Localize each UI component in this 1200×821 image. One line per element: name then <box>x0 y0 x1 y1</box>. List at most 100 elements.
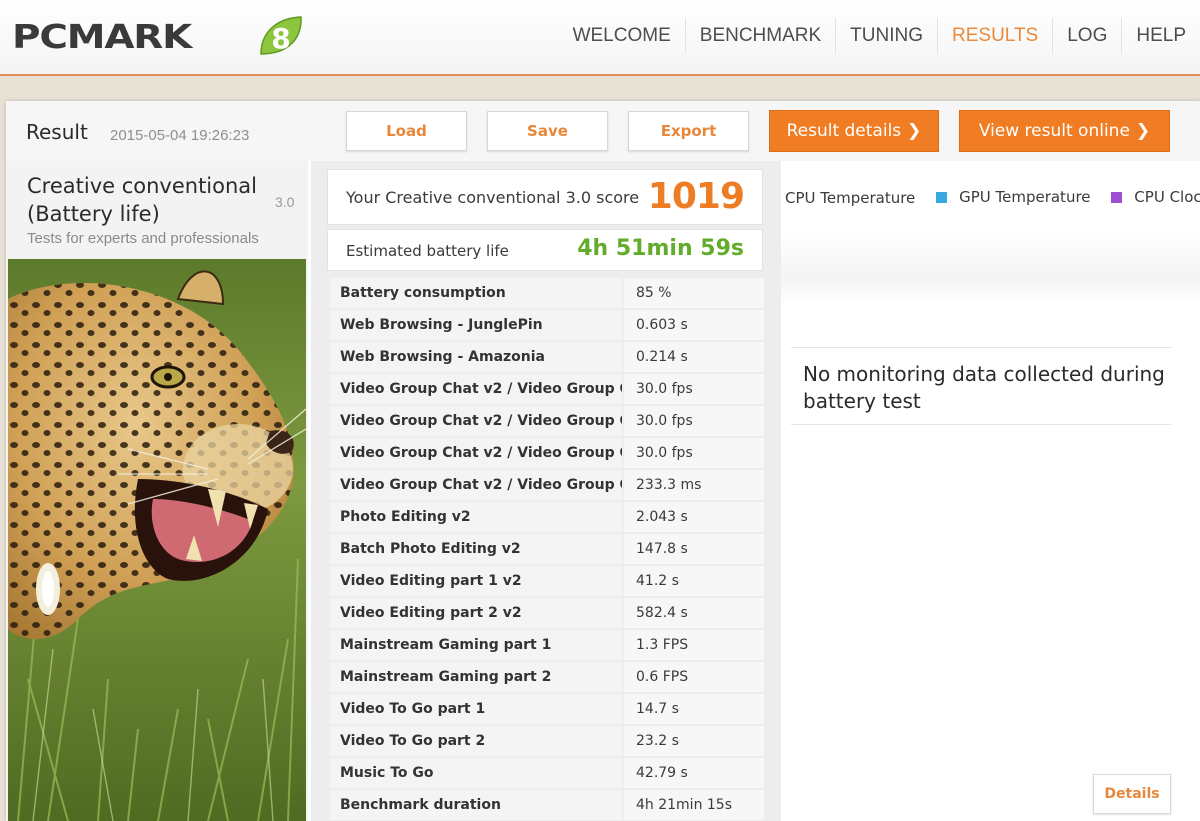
result-value: 0.603 s <box>624 310 764 340</box>
results-table: Battery consumption 85 % Web Browsing - Ju… <box>330 278 764 821</box>
score-value: 1019 <box>647 176 745 217</box>
load-button[interactable]: Load <box>346 111 467 151</box>
result-name: Mainstream Gaming part 2 <box>330 662 624 692</box>
result-value: 233.3 ms <box>624 470 764 500</box>
table-row: Benchmark duration 4h 21min 15s <box>330 790 764 821</box>
result-name: Web Browsing - Amazonia <box>330 342 624 372</box>
result-name: Mainstream Gaming part 1 <box>330 630 624 660</box>
logo-text: PCMARK <box>12 16 192 56</box>
result-name: Video Editing part 2 v2 <box>330 598 624 628</box>
test-version: 3.0 <box>275 194 295 210</box>
result-name: Music To Go <box>330 758 624 788</box>
battery-life-label: Estimated battery life <box>346 242 509 260</box>
nav-help[interactable]: HELP <box>1121 18 1200 54</box>
result-value: 41.2 s <box>624 566 764 596</box>
table-row: Video Editing part 1 v2 41.2 s <box>330 566 764 598</box>
nav-log[interactable]: LOG <box>1052 18 1121 54</box>
test-info-column: Creative conventional (Battery life) 3.0… <box>6 161 308 821</box>
page-title: Result <box>26 120 88 144</box>
table-row: Web Browsing - Amazonia 0.214 s <box>330 342 764 374</box>
battery-life-value: 4h 51min 59s <box>577 236 744 261</box>
top-bar: PCMARK 8 WELCOME BENCHMARK TUNING RESULT… <box>0 0 1200 76</box>
legend-swatch-blue <box>936 191 948 203</box>
table-row: Video To Go part 2 23.2 s <box>330 726 764 758</box>
result-timestamp: 2015-05-04 19:26:23 <box>110 127 250 144</box>
result-value: 42.79 s <box>624 758 764 788</box>
save-button[interactable]: Save <box>487 111 608 151</box>
result-value: 4h 21min 15s <box>624 790 764 820</box>
result-value: 0.214 s <box>624 342 764 372</box>
table-row: Video Group Chat v2 / Video Group Chat30… <box>330 438 764 470</box>
result-value: 1.3 FPS <box>624 630 764 660</box>
table-row: Video Group Chat v2 / Video Group Chat23… <box>330 470 764 502</box>
result-name: Video Editing part 1 v2 <box>330 566 624 596</box>
logo-leaf-icon: 8 <box>260 16 302 55</box>
result-name: Photo Editing v2 <box>330 502 624 532</box>
table-row: Mainstream Gaming part 2 0.6 FPS <box>330 662 764 694</box>
result-value: 582.4 s <box>624 598 764 628</box>
legend-item-cpu-clock[interactable]: CPU Clock Frequency <box>1111 188 1200 206</box>
leopard-image <box>8 259 306 821</box>
result-value: 147.8 s <box>624 534 764 564</box>
result-value: 30.0 fps <box>624 374 764 404</box>
monitoring-column: CPU Temperature GPU Temperature CPU Cloc… <box>781 161 1200 821</box>
result-name: Battery consumption <box>330 278 624 308</box>
table-row: Video To Go part 1 14.7 s <box>330 694 764 726</box>
chart-area <box>781 235 1200 305</box>
legend-swatch-purple <box>1111 191 1123 203</box>
view-result-online-button[interactable]: View result online ❯ <box>959 110 1170 152</box>
result-name: Web Browsing - JunglePin <box>330 310 624 340</box>
result-details-button[interactable]: Result details ❯ <box>769 110 939 152</box>
result-name: Batch Photo Editing v2 <box>330 534 624 564</box>
result-name: Video Group Chat v2 / Video Group Chat <box>330 438 624 468</box>
result-name: Video To Go part 1 <box>330 694 624 724</box>
nav-benchmark[interactable]: BENCHMARK <box>684 18 835 54</box>
no-monitoring-message: No monitoring data collected during batt… <box>791 347 1171 425</box>
export-button[interactable]: Export <box>628 111 749 151</box>
table-row: Batch Photo Editing v2 147.8 s <box>330 534 764 566</box>
score-label: Your Creative conventional 3.0 score <box>346 188 640 207</box>
legend-label: GPU Temperature <box>959 188 1091 206</box>
legend-item-cpu-temperature[interactable]: CPU Temperature <box>785 189 915 207</box>
legend-label: CPU Clock Frequency <box>1134 188 1200 206</box>
chevron-right-icon: ❯ <box>907 121 922 141</box>
logo-badge-text: 8 <box>271 22 290 55</box>
table-row: Battery consumption 85 % <box>330 278 764 310</box>
result-name: Video Group Chat v2 / Video Group Chat <box>330 470 624 500</box>
result-name: Benchmark duration <box>330 790 624 820</box>
pcmark-logo: PCMARK 8 <box>12 14 302 58</box>
chevron-right-icon: ❯ <box>1135 121 1151 141</box>
details-button[interactable]: Details <box>1093 774 1171 814</box>
table-row: Web Browsing - JunglePin 0.603 s <box>330 310 764 342</box>
result-value: 2.043 s <box>624 502 764 532</box>
table-row: Music To Go 42.79 s <box>330 758 764 790</box>
nav-results[interactable]: RESULTS <box>937 18 1052 54</box>
result-name: Video To Go part 2 <box>330 726 624 756</box>
battery-life-card: Estimated battery life 4h 51min 59s <box>327 229 763 271</box>
result-value: 0.6 FPS <box>624 662 764 692</box>
monitoring-legend: CPU Temperature GPU Temperature CPU Cloc… <box>785 188 1200 212</box>
table-row: Mainstream Gaming part 1 1.3 FPS <box>330 630 764 662</box>
result-toolbar: Result 2015-05-04 19:26:23 Load Save Exp… <box>6 101 1200 161</box>
table-row: Video Group Chat v2 / Video Group Chat30… <box>330 374 764 406</box>
legend-label: CPU Temperature <box>785 188 916 207</box>
nav-welcome[interactable]: WELCOME <box>559 18 685 54</box>
result-name: Video Group Chat v2 / Video Group Chat <box>330 374 624 404</box>
main-nav: WELCOME BENCHMARK TUNING RESULTS LOG HEL… <box>559 18 1200 54</box>
table-row: Video Group Chat v2 / Video Group Chat30… <box>330 406 764 438</box>
score-column: Your Creative conventional 3.0 score 101… <box>311 161 781 821</box>
test-title: Creative conventional (Battery life) <box>27 174 258 226</box>
result-panel: Result 2015-05-04 19:26:23 Load Save Exp… <box>6 101 1200 821</box>
result-value: 85 % <box>624 278 764 308</box>
test-subtitle: Tests for experts and professionals <box>27 230 259 247</box>
result-value: 14.7 s <box>624 694 764 724</box>
view-online-label: View result online <box>978 121 1130 141</box>
result-details-label: Result details <box>786 121 902 141</box>
result-value: 30.0 fps <box>624 438 764 468</box>
result-value: 30.0 fps <box>624 406 764 436</box>
nav-tuning[interactable]: TUNING <box>835 18 937 54</box>
score-card: Your Creative conventional 3.0 score 101… <box>327 169 763 225</box>
table-row: Video Editing part 2 v2 582.4 s <box>330 598 764 630</box>
legend-item-gpu-temperature[interactable]: GPU Temperature <box>936 188 1091 206</box>
table-row: Photo Editing v2 2.043 s <box>330 502 764 534</box>
